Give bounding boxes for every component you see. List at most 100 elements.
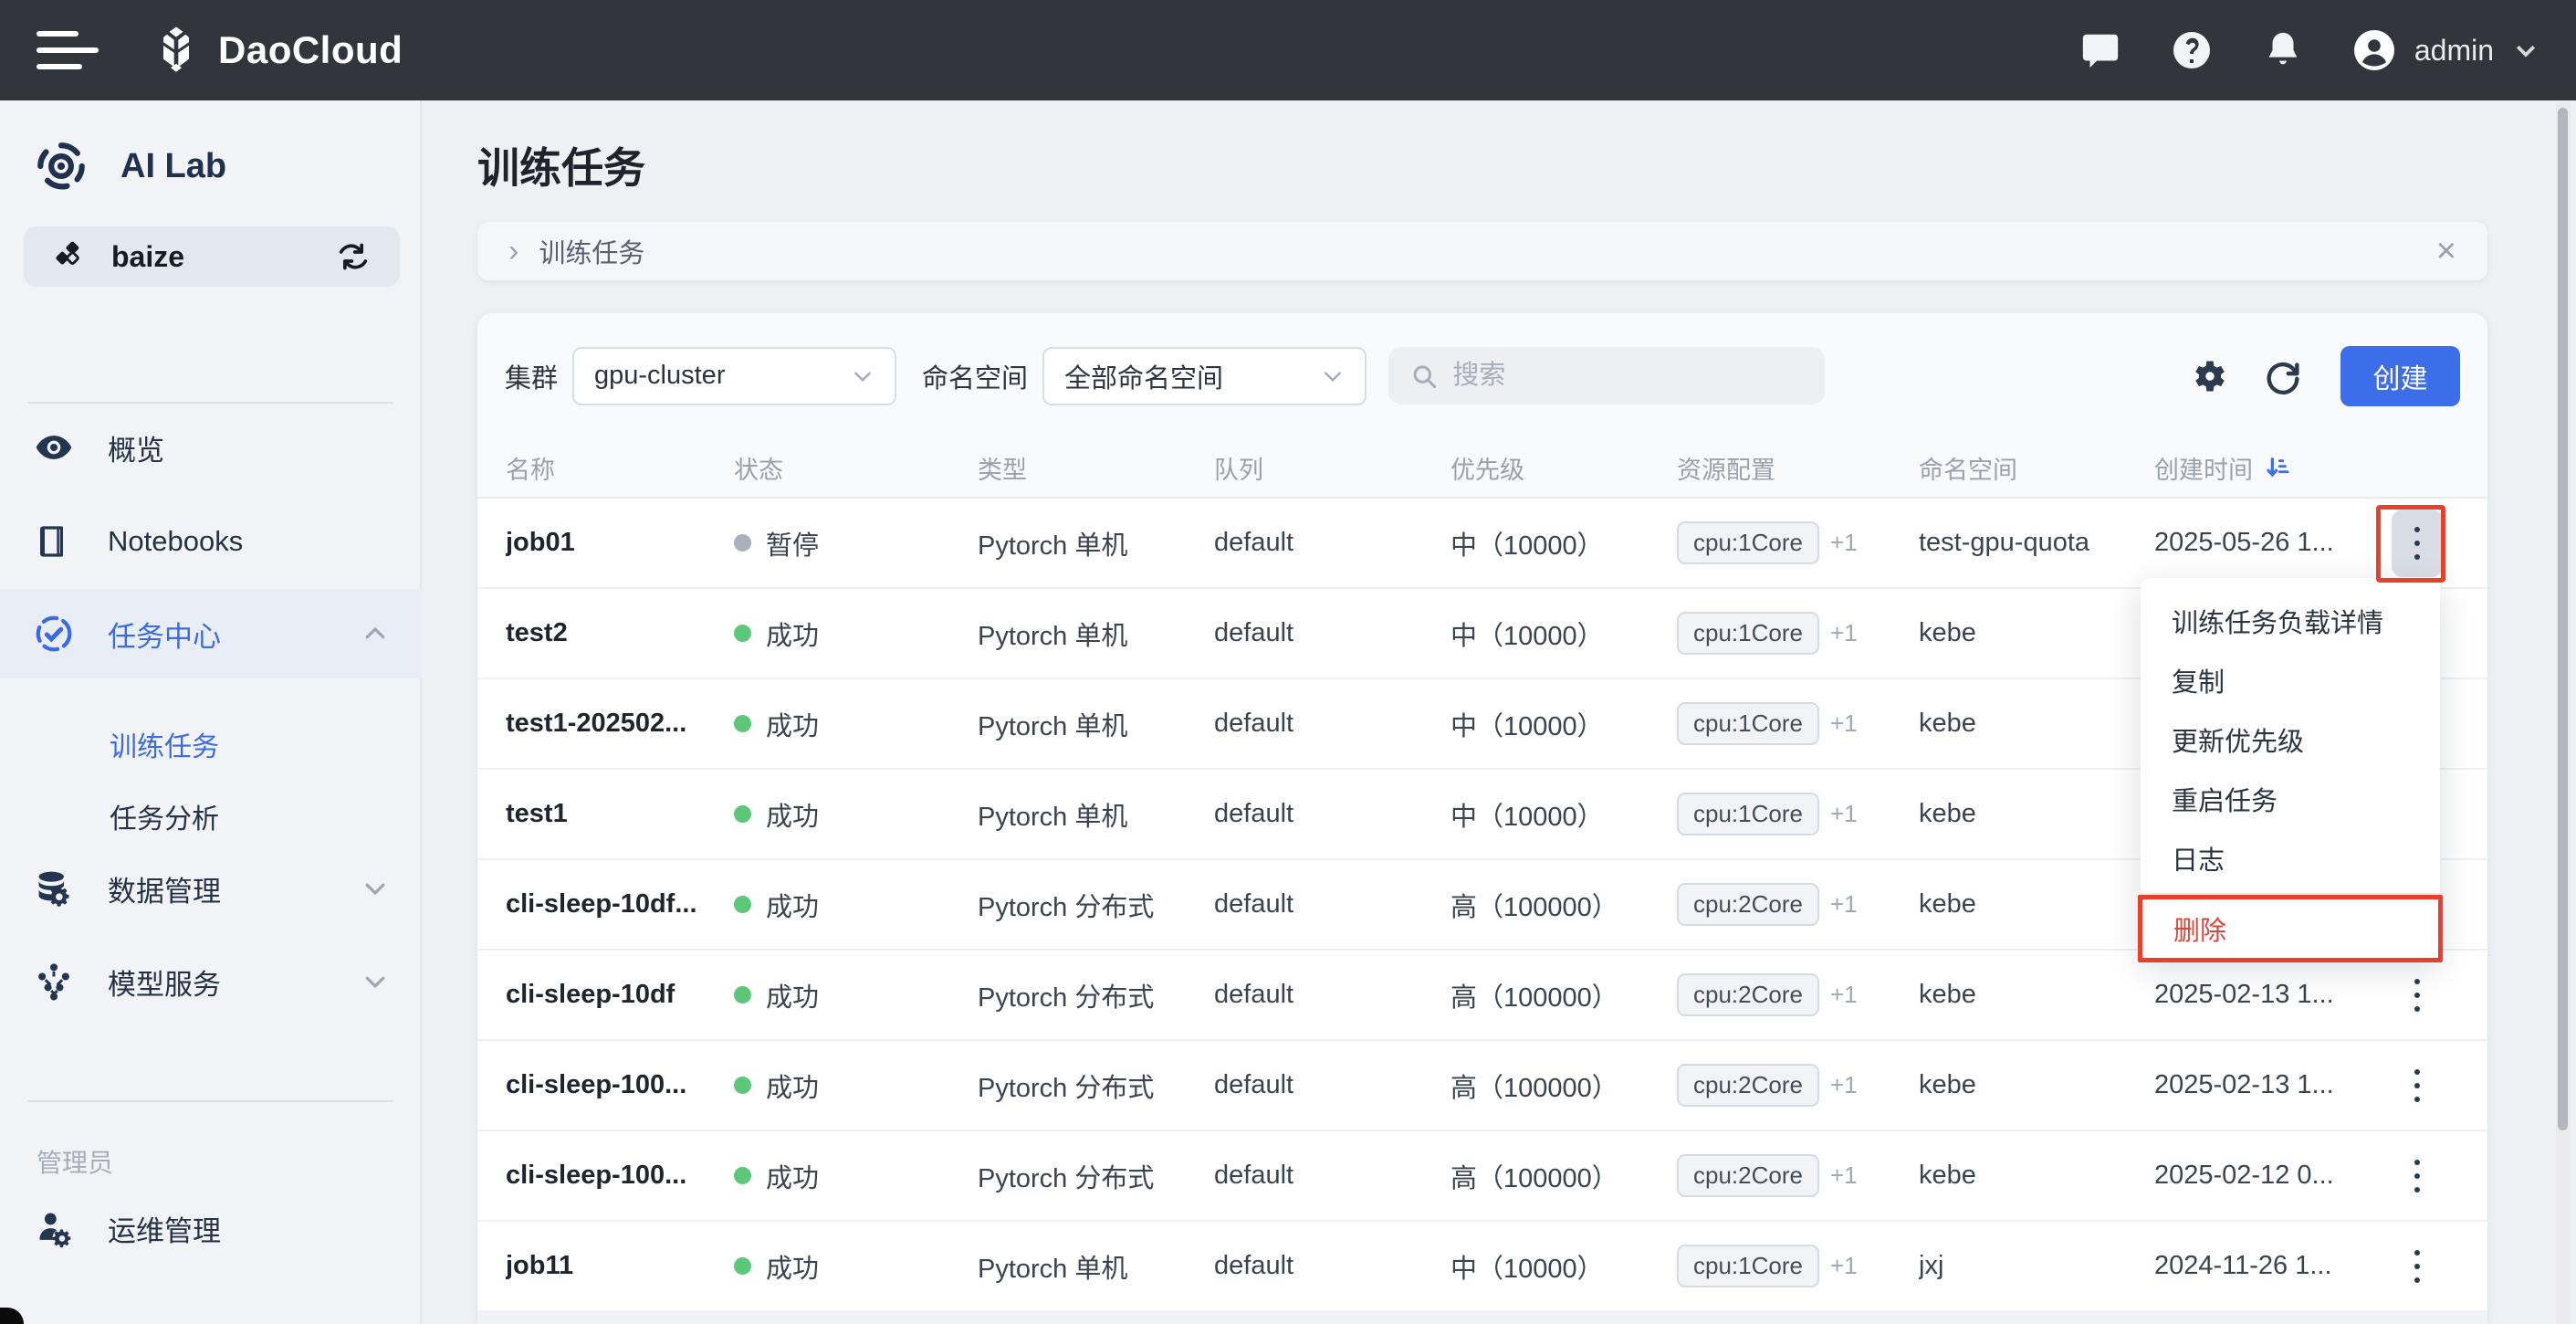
resource-chip[interactable]: cpu:1Core [1677,793,1819,835]
job-namespace: kebe [1919,618,2154,648]
sidebar-item-label: 任务中心 [108,614,221,655]
table-row[interactable]: job01 暂停 Pytorch 单机 default 中（10000） cpu… [477,499,2487,589]
brand[interactable]: DaoCloud [151,25,403,76]
vertical-scrollbar-thumb[interactable] [2558,108,2568,1130]
column-header-name[interactable]: 名称 [506,450,734,486]
feedback-icon[interactable] [2079,28,2122,72]
resource-chip[interactable]: cpu:1Core [1677,1245,1819,1287]
resource-chip[interactable]: cpu:1Core [1677,521,1819,564]
status-label: 成功 [766,976,819,1014]
job-priority: 中（10000） [1450,795,1677,834]
notifications-bell-icon[interactable] [2261,28,2305,72]
resource-chip[interactable]: cpu:2Core [1677,1154,1819,1197]
context-menu-items: 训练任务负载详情 复制 更新优先级 重启任务 日志 [2141,591,2440,888]
resource-chip[interactable]: cpu:1Core [1677,612,1819,655]
table-row[interactable]: cli-sleep-100... 成功 Pytorch 分布式 default … [477,1041,2487,1131]
sidebar-divider [27,1100,393,1102]
job-priority: 高（100000） [1450,1067,1677,1105]
table-row[interactable]: job11 成功 Pytorch 单机 default 中（10000） cpu… [477,1222,2487,1312]
job-name[interactable]: job01 [506,528,734,558]
resource-extra[interactable]: +1 [1830,890,1858,919]
resource-extra[interactable]: +1 [1830,529,1858,557]
sidebar-item-data-management[interactable]: 数据管理 [0,856,422,920]
row-actions-button[interactable] [2392,1052,2443,1119]
resource-chip[interactable]: cpu:2Core [1677,1064,1819,1107]
row-actions-button[interactable] [2392,1142,2443,1210]
sidebar-item-training-jobs[interactable]: 训练任务 [110,724,219,764]
job-status: 成功 [734,615,978,653]
job-name[interactable]: test1 [506,799,734,829]
create-button[interactable]: 创建 [2340,346,2460,406]
sidebar-item-task-center[interactable]: 任务中心 [0,589,422,678]
table-row[interactable]: cli-sleep-10df 成功 Pytorch 分布式 default 高（… [477,951,2487,1041]
job-resource: cpu:1Core +1 [1677,612,1919,655]
menu-item-delete[interactable]: 删除 [2138,895,2443,962]
menu-item[interactable]: 复制 [2141,650,2440,709]
resource-chip[interactable]: cpu:2Core [1677,883,1819,926]
table-row[interactable]: cli-sleep-100... 成功 Pytorch 分布式 default … [477,1131,2487,1222]
column-header-resource[interactable]: 资源配置 [1677,450,1919,486]
job-name[interactable]: test2 [506,618,734,648]
horizontal-scrollbar-track[interactable] [477,1311,2487,1324]
column-header-type[interactable]: 类型 [978,450,1214,486]
menu-item[interactable]: 日志 [2141,828,2440,888]
resource-chip[interactable]: cpu:2Core [1677,973,1819,1016]
sidebar-item-notebooks[interactable]: Notebooks [0,510,422,573]
gear-icon[interactable] [2189,355,2231,397]
job-status: 成功 [734,1247,978,1286]
column-header-queue[interactable]: 队列 [1214,450,1450,486]
row-actions-button[interactable] [2392,1233,2443,1300]
job-name[interactable]: cli-sleep-10df [506,980,734,1010]
close-icon[interactable]: × [2436,234,2456,268]
sidebar-item-label: Notebooks [108,525,243,558]
workspace-switcher[interactable]: baize [24,226,400,287]
refresh-icon[interactable] [2262,355,2304,397]
resource-extra[interactable]: +1 [1830,619,1858,647]
resource-chip[interactable]: cpu:1Core [1677,702,1819,745]
resource-extra[interactable]: +1 [1830,1161,1858,1190]
resource-extra[interactable]: +1 [1830,1071,1858,1099]
hamburger-menu-icon[interactable] [37,23,100,78]
sidebar-item-ops-management[interactable]: 运维管理 [0,1196,422,1260]
search-box[interactable] [1388,347,1825,405]
job-type: Pytorch 单机 [978,615,1214,653]
search-input[interactable] [1452,361,1803,391]
resource-extra[interactable]: +1 [1830,800,1858,828]
resource-extra[interactable]: +1 [1830,709,1858,738]
column-header-namespace[interactable]: 命名空间 [1919,450,2154,486]
status-label: 成功 [766,705,819,743]
column-header-status[interactable]: 状态 [734,450,978,486]
job-resource: cpu:2Core +1 [1677,883,1919,926]
product-header: AI Lab [33,137,226,195]
sidebar-item-overview[interactable]: 概览 [0,415,422,479]
user-menu[interactable]: admin [2352,28,2539,72]
menu-item[interactable]: 重启任务 [2141,769,2440,828]
job-name[interactable]: cli-sleep-100... [506,1161,734,1191]
sidebar-item-job-analysis[interactable]: 任务分析 [110,796,219,836]
cluster-select[interactable]: gpu-cluster [572,347,896,405]
resource-extra[interactable]: +1 [1830,1252,1858,1280]
resource-extra[interactable]: +1 [1830,981,1858,1009]
menu-item[interactable]: 训练任务负载详情 [2141,591,2440,650]
status-dot [734,1077,751,1094]
sidebar-section-label: 管理员 [37,1143,113,1180]
menu-item[interactable]: 更新优先级 [2141,709,2440,769]
namespace-select[interactable]: 全部命名空间 [1042,347,1367,405]
job-resource: cpu:2Core +1 [1677,1064,1919,1107]
breadcrumb-chevron-icon: › [508,236,518,267]
workspace-swap-icon[interactable] [332,236,374,278]
row-actions-button[interactable] [2392,510,2443,577]
help-icon[interactable] [2170,28,2214,72]
job-name[interactable]: job11 [506,1251,734,1281]
sort-descending-icon[interactable] [2264,453,2293,482]
column-header-priority[interactable]: 优先级 [1450,450,1677,486]
column-header-created[interactable]: 创建时间 [2154,450,2364,486]
sidebar-item-model-services[interactable]: 模型服务 [0,950,422,1014]
chevron-down-icon [361,968,389,995]
job-name[interactable]: cli-sleep-10df... [506,889,734,919]
job-name[interactable]: cli-sleep-100... [506,1070,734,1100]
sidebar-item-label: 数据管理 [108,868,221,909]
job-type: Pytorch 分布式 [978,1157,1214,1195]
row-actions-button[interactable] [2392,961,2443,1029]
job-name[interactable]: test1-202502... [506,709,734,739]
